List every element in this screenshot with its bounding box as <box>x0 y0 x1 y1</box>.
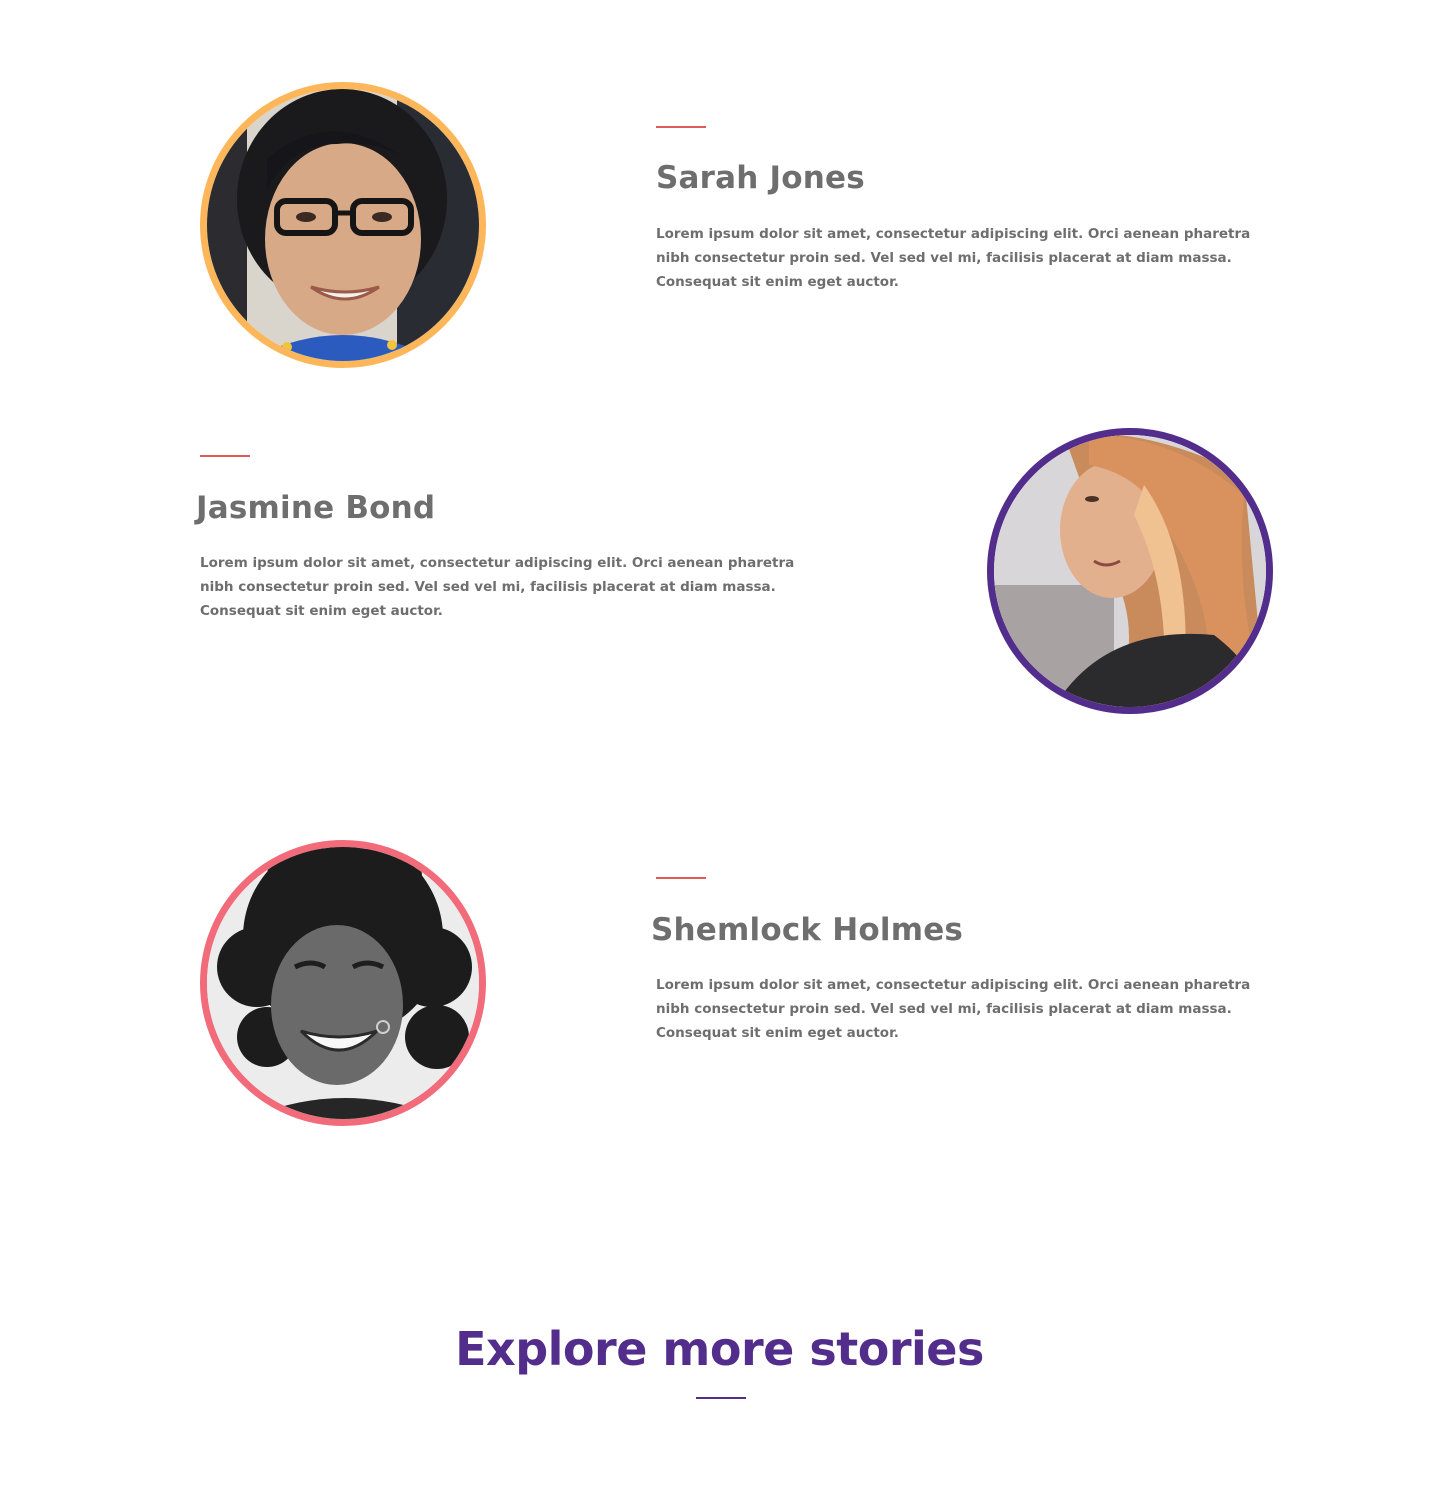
avatar <box>987 428 1273 714</box>
avatar <box>200 840 486 1126</box>
portrait-photo <box>207 847 479 1119</box>
profile-bio: Lorem ipsum dolor sit amet, consectetur … <box>200 555 795 619</box>
portrait-photo <box>207 89 479 361</box>
accent-line <box>200 455 250 457</box>
accent-line <box>656 877 706 879</box>
explore-title[interactable]: Explore more stories <box>0 1322 1439 1376</box>
profile-bio: Lorem ipsum dolor sit amet, consectetur … <box>656 226 1251 290</box>
avatar <box>200 82 486 368</box>
profile-name: Shemlock Holmes <box>651 912 964 948</box>
explore-underline <box>696 1397 746 1399</box>
accent-line <box>656 126 706 128</box>
profile-name: Sarah Jones <box>656 160 865 196</box>
portrait-photo <box>994 435 1266 707</box>
profile-name: Jasmine Bond <box>196 490 436 526</box>
profile-bio: Lorem ipsum dolor sit amet, consectetur … <box>656 977 1251 1041</box>
